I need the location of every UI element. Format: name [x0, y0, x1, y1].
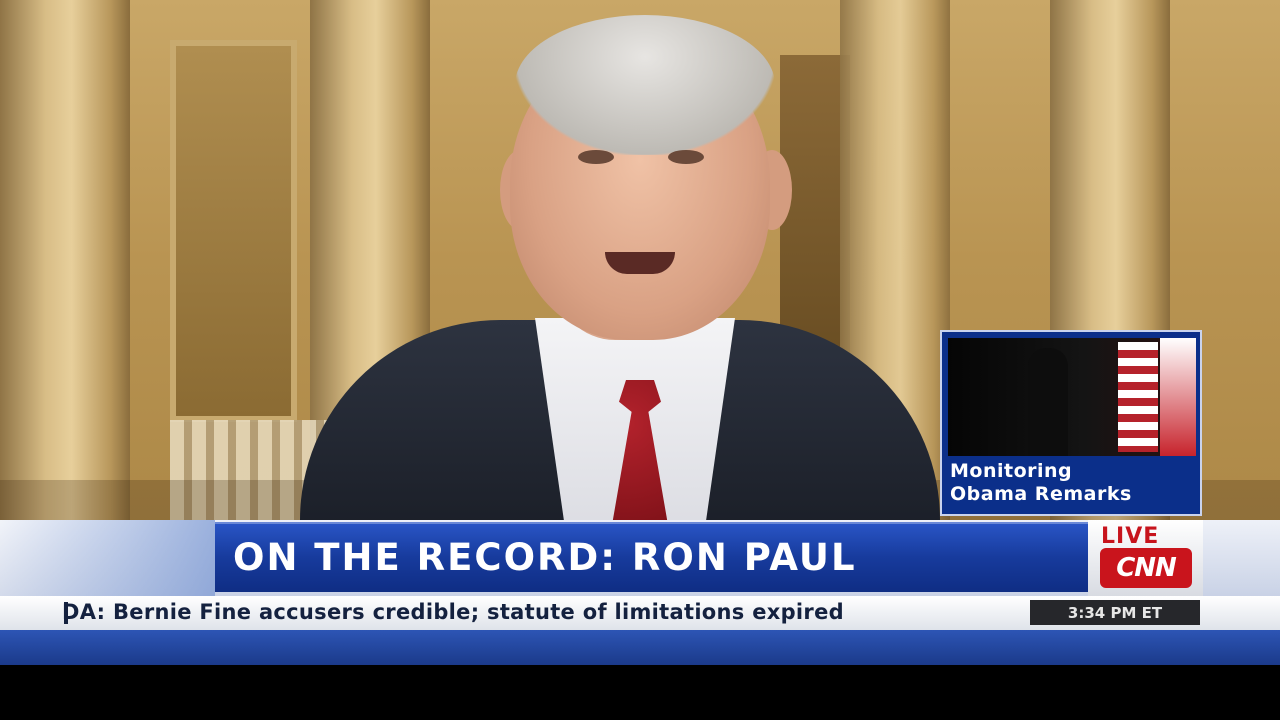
- lower-third-accent: [0, 520, 215, 596]
- clock-time: 3:34 PM ET: [1067, 603, 1163, 622]
- mouth: [605, 252, 675, 274]
- headline-banner: ON THE RECORD: RON PAUL: [215, 522, 1088, 592]
- clock: 3:34 PM ET: [1030, 600, 1200, 625]
- speaker-silhouette: [1028, 348, 1068, 456]
- network-logo: CNN: [1100, 548, 1192, 588]
- flag: [1118, 342, 1158, 452]
- eye: [578, 150, 614, 164]
- ticker-text: DA: Bernie Fine accusers credible; statu…: [62, 600, 844, 624]
- flag: [1160, 338, 1196, 456]
- letterbox-bar: [0, 665, 1280, 720]
- network-logo-text: CNN: [1116, 553, 1177, 583]
- inset-caption: Monitoring Obama Remarks: [950, 460, 1196, 506]
- doorway: [170, 40, 297, 422]
- live-label: LIVE: [1101, 524, 1160, 549]
- headline-text: ON THE RECORD: RON PAUL: [233, 535, 857, 579]
- marble-column: [0, 0, 130, 520]
- interview-subject: [300, 0, 940, 530]
- inset-caption-line2: Obama Remarks: [950, 483, 1132, 505]
- hair: [515, 15, 775, 155]
- monitoring-inset: Monitoring Obama Remarks: [940, 330, 1202, 516]
- inset-caption-line1: Monitoring: [950, 460, 1073, 482]
- inset-video: [948, 338, 1196, 456]
- eye: [668, 150, 704, 164]
- bottom-strip: [0, 630, 1280, 665]
